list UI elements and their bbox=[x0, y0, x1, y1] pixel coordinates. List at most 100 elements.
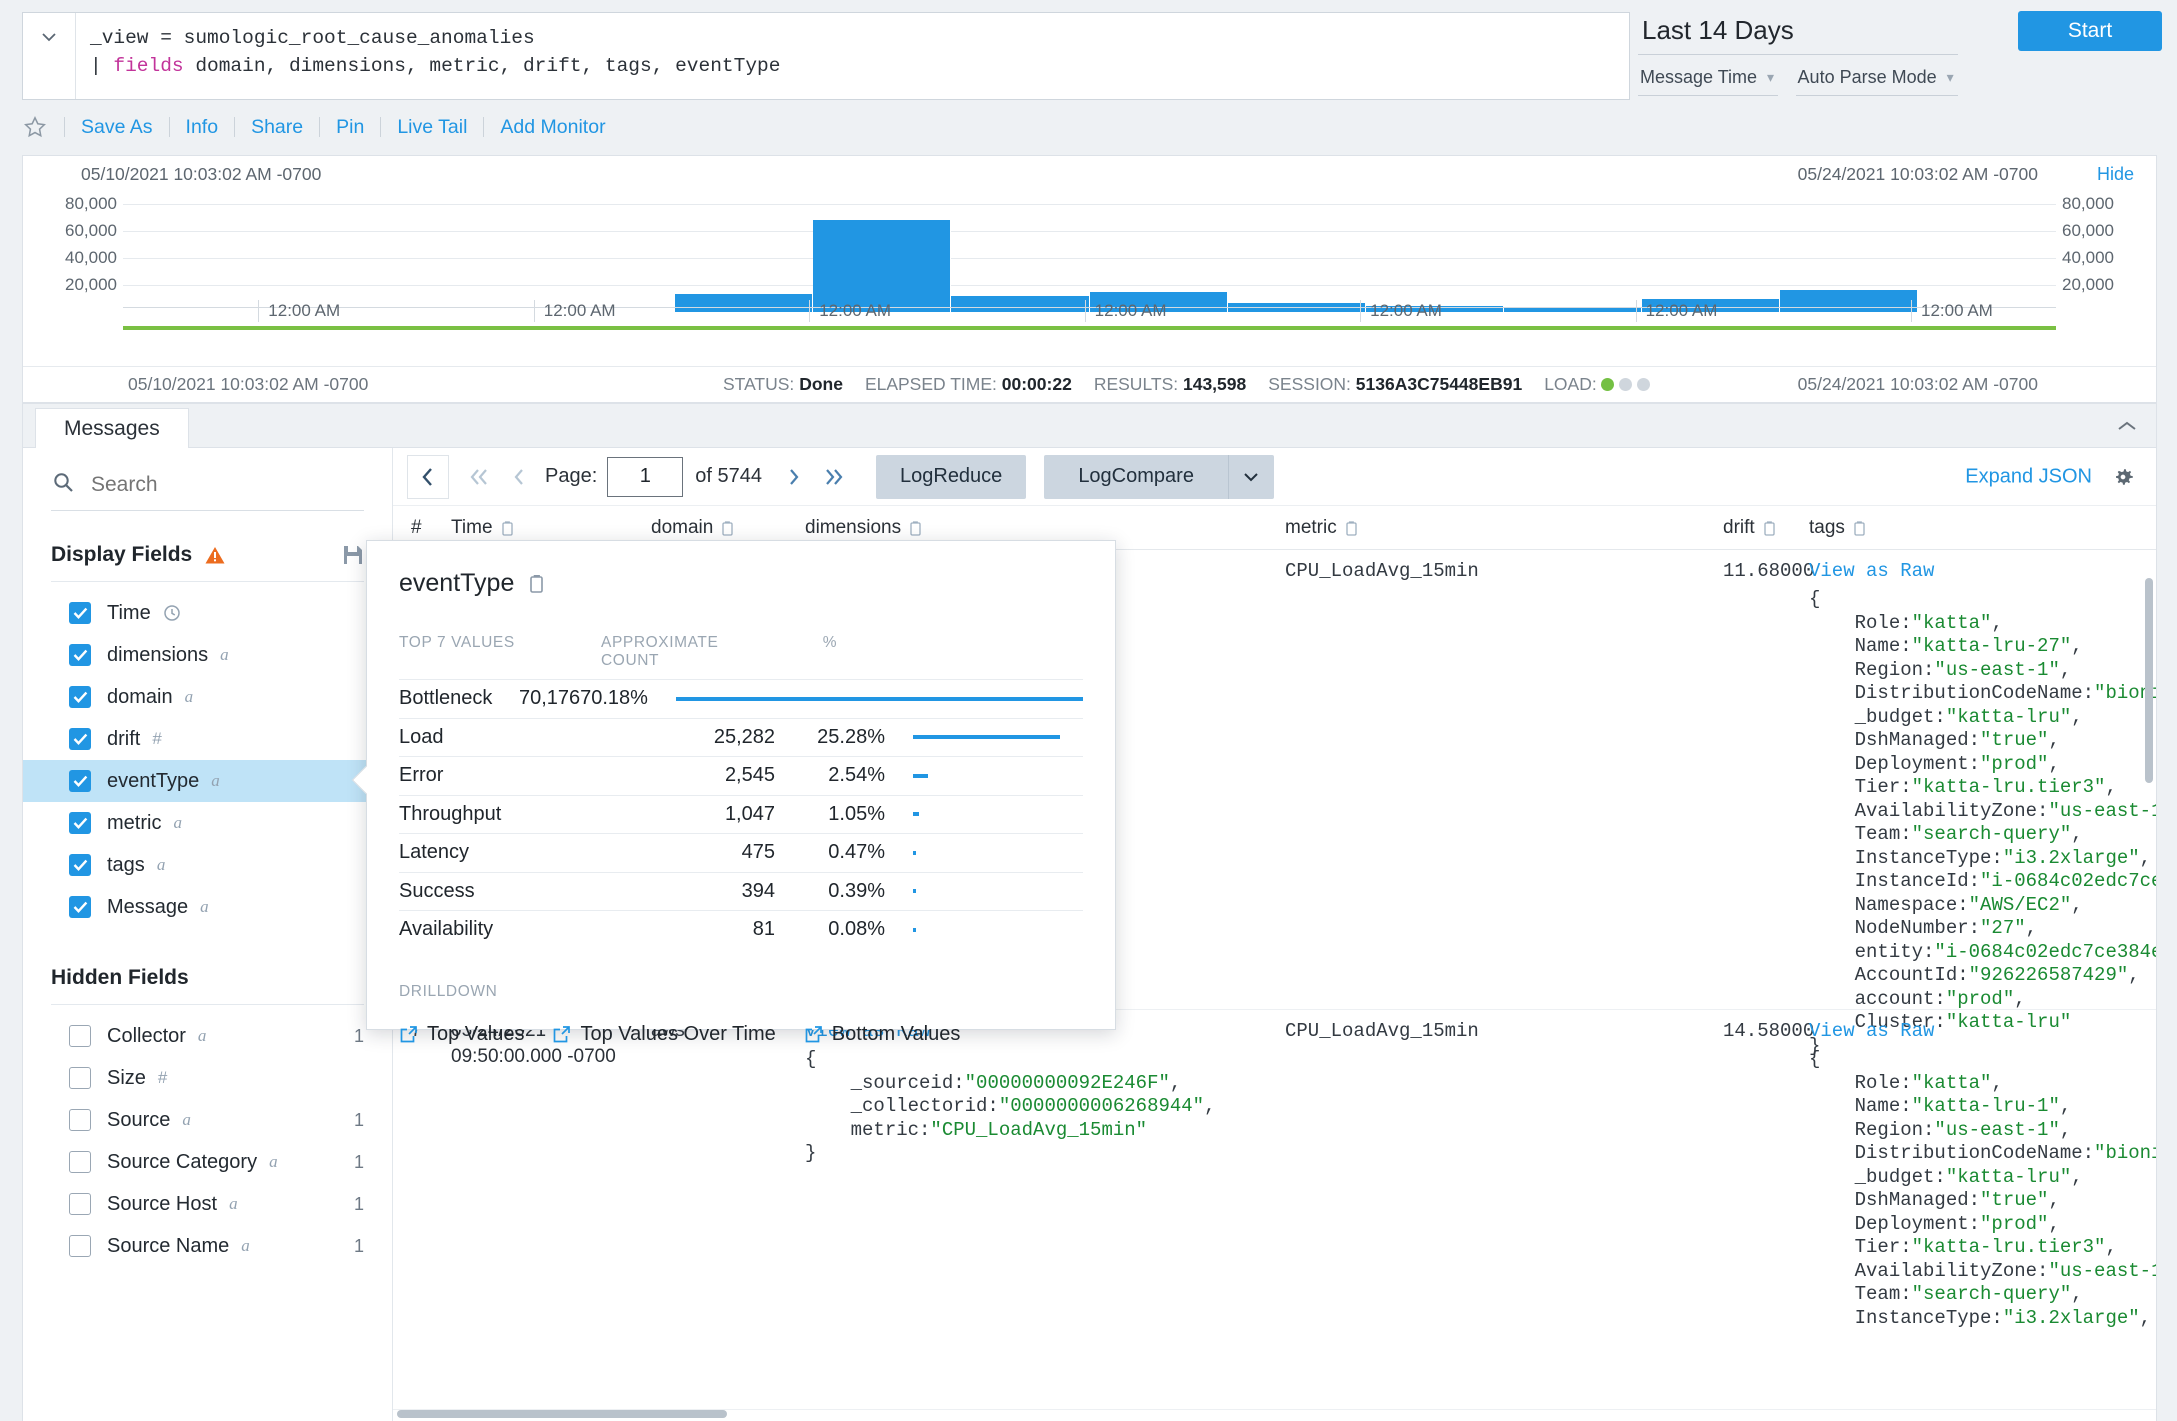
checkbox-checked[interactable] bbox=[69, 812, 91, 834]
display-field-eventtype[interactable]: eventType a bbox=[23, 760, 392, 802]
display-field-message[interactable]: Message a bbox=[23, 886, 392, 928]
checkbox-checked[interactable] bbox=[69, 854, 91, 876]
copy-icon[interactable] bbox=[501, 520, 516, 537]
copy-icon[interactable] bbox=[721, 520, 736, 537]
search-icon bbox=[51, 470, 75, 500]
hidden-field-size[interactable]: Size # bbox=[23, 1057, 392, 1099]
column-header-index[interactable]: # bbox=[411, 517, 422, 539]
histogram-bar[interactable] bbox=[813, 219, 952, 312]
top-value-row[interactable]: Success 394 0.39% bbox=[399, 871, 1083, 911]
save-as-link[interactable]: Save As bbox=[64, 117, 169, 137]
logreduce-button[interactable]: LogReduce bbox=[876, 454, 1027, 499]
top-value-row[interactable]: Error 2,545 2.54% bbox=[399, 756, 1083, 795]
top-value-row[interactable]: Throughput 1,047 1.05% bbox=[399, 794, 1083, 834]
column-header-Time[interactable]: Time bbox=[451, 517, 516, 539]
checkbox-checked[interactable] bbox=[69, 770, 91, 792]
column-header-domain[interactable]: domain bbox=[651, 517, 736, 539]
results-label: RESULTS: bbox=[1093, 374, 1179, 394]
tags-view-as-raw-link[interactable]: View as Raw bbox=[1809, 1020, 1934, 1042]
hidden-field-source-host[interactable]: Source Host a 1 bbox=[23, 1183, 392, 1225]
tab-messages[interactable]: Messages bbox=[35, 408, 189, 449]
expand-json-link[interactable]: Expand JSON bbox=[1965, 465, 2092, 488]
y-axis-tick-label: 20,000 bbox=[2062, 274, 2114, 294]
checkbox-unchecked[interactable] bbox=[69, 1151, 91, 1173]
hidden-field-collector[interactable]: Collector a 1 bbox=[23, 1015, 392, 1057]
checkbox-checked[interactable] bbox=[69, 896, 91, 918]
checkbox-checked[interactable] bbox=[69, 644, 91, 666]
next-page-button[interactable] bbox=[774, 457, 814, 497]
drilldown-top-values-over-time-link[interactable]: Top Values Over Time bbox=[552, 1023, 776, 1046]
hidden-field-source-name[interactable]: Source Name a 1 bbox=[23, 1225, 392, 1267]
hidden-field-source[interactable]: Source a 1 bbox=[23, 1099, 392, 1141]
live-tail-link[interactable]: Live Tail bbox=[380, 117, 483, 137]
share-link[interactable]: Share bbox=[234, 117, 319, 137]
display-field-domain[interactable]: domain a bbox=[23, 676, 392, 718]
collapse-panel-icon[interactable] bbox=[2116, 417, 2138, 439]
gear-icon[interactable] bbox=[2110, 464, 2136, 490]
checkbox-checked[interactable] bbox=[69, 686, 91, 708]
copy-icon[interactable] bbox=[1345, 520, 1360, 537]
horizontal-scrollbar[interactable] bbox=[397, 1409, 727, 1419]
back-button[interactable] bbox=[407, 454, 449, 499]
checkbox-unchecked[interactable] bbox=[69, 1109, 91, 1131]
checkbox-checked[interactable] bbox=[69, 728, 91, 750]
tags-view-as-raw-link[interactable]: View as Raw bbox=[1809, 560, 1934, 582]
table-row[interactable]: 7 05/24/2021 09:50:00.000 -0700 aws View as … bbox=[393, 1010, 2156, 1410]
display-field-tags[interactable]: tags a bbox=[23, 844, 392, 886]
copy-icon[interactable] bbox=[1853, 520, 1868, 537]
chevron-down-icon[interactable] bbox=[23, 13, 75, 99]
field-search-row[interactable] bbox=[51, 470, 364, 511]
checkbox-unchecked[interactable] bbox=[69, 1193, 91, 1215]
top-value-name: Bottleneck bbox=[399, 687, 493, 710]
last-page-button[interactable] bbox=[814, 457, 854, 497]
top-value-row[interactable]: Bottleneck 70,176 70.18% bbox=[399, 679, 1083, 718]
copy-icon[interactable] bbox=[909, 520, 924, 537]
top-value-row[interactable]: Latency 475 0.47% bbox=[399, 833, 1083, 872]
page-input[interactable] bbox=[607, 456, 684, 497]
checkbox-checked[interactable] bbox=[69, 602, 91, 624]
hidden-field-source-category[interactable]: Source Category a 1 bbox=[23, 1141, 392, 1183]
top-value-row[interactable]: Load 25,282 25.28% bbox=[399, 717, 1083, 757]
checkbox-unchecked[interactable] bbox=[69, 1235, 91, 1257]
time-range-input[interactable]: Last 14 Days bbox=[1638, 12, 1958, 55]
prev-page-button[interactable] bbox=[499, 457, 539, 497]
display-field-metric[interactable]: metric a bbox=[23, 802, 392, 844]
top-value-percent: 25.28% bbox=[817, 725, 885, 748]
logcompare-button[interactable]: LogCompare bbox=[1044, 454, 1228, 499]
horizontal-scrollbar-thumb[interactable] bbox=[397, 1410, 727, 1418]
column-header-metric[interactable]: metric bbox=[1285, 517, 1360, 539]
display-field-time[interactable]: Time bbox=[23, 592, 392, 634]
search-input[interactable] bbox=[89, 472, 364, 498]
parse-mode-select[interactable]: Auto Parse Mode ▾ bbox=[1795, 65, 1958, 96]
checkbox-unchecked[interactable] bbox=[69, 1067, 91, 1089]
chevron-down-icon[interactable] bbox=[1227, 454, 1274, 499]
field-details-popover: eventType TOP 7 VALUES APPROXIMATE COUNT… bbox=[351, 540, 1116, 1045]
drilldown-bottom-values-link[interactable]: Bottom Values bbox=[804, 1023, 960, 1046]
display-field-dimensions[interactable]: dimensions a bbox=[23, 634, 392, 676]
panel-tabs: Messages bbox=[23, 404, 2156, 449]
display-field-drift[interactable]: drift # bbox=[23, 718, 392, 760]
query-editor[interactable]: _view = sumologic_root_cause_anomalies | … bbox=[22, 12, 1630, 100]
query-text[interactable]: _view = sumologic_root_cause_anomalies | … bbox=[75, 13, 1629, 99]
pin-link[interactable]: Pin bbox=[319, 117, 380, 137]
drilldown-top-values-link[interactable]: Top Values bbox=[399, 1023, 524, 1046]
add-monitor-link[interactable]: Add Monitor bbox=[483, 117, 621, 137]
histogram-chart[interactable]: 20,000 40,000 60,000 80,000 20,000 40,000 60,… bbox=[23, 186, 2156, 330]
info-link[interactable]: Info bbox=[168, 117, 235, 137]
favorite-star-icon[interactable] bbox=[22, 114, 48, 140]
vertical-scrollbar-thumb[interactable] bbox=[2145, 578, 2153, 783]
checkbox-unchecked[interactable] bbox=[69, 1025, 91, 1047]
copy-icon[interactable] bbox=[528, 573, 548, 595]
message-time-select[interactable]: Message Time ▾ bbox=[1638, 65, 1778, 96]
first-page-button[interactable] bbox=[459, 457, 499, 497]
copy-icon[interactable] bbox=[1763, 520, 1778, 537]
column-header-drift[interactable]: drift bbox=[1723, 517, 1778, 539]
save-fields-icon[interactable] bbox=[342, 544, 364, 566]
hide-histogram-link[interactable]: Hide bbox=[2097, 164, 2134, 185]
vertical-scrollbar[interactable] bbox=[2144, 578, 2154, 1421]
start-button[interactable]: Start bbox=[2018, 11, 2162, 51]
column-header-dimensions[interactable]: dimensions bbox=[805, 517, 924, 539]
column-header-tags[interactable]: tags bbox=[1809, 517, 1868, 539]
field-type-string: a bbox=[197, 1026, 207, 1045]
top-value-row[interactable]: Availability 81 0.08% bbox=[399, 910, 1083, 949]
